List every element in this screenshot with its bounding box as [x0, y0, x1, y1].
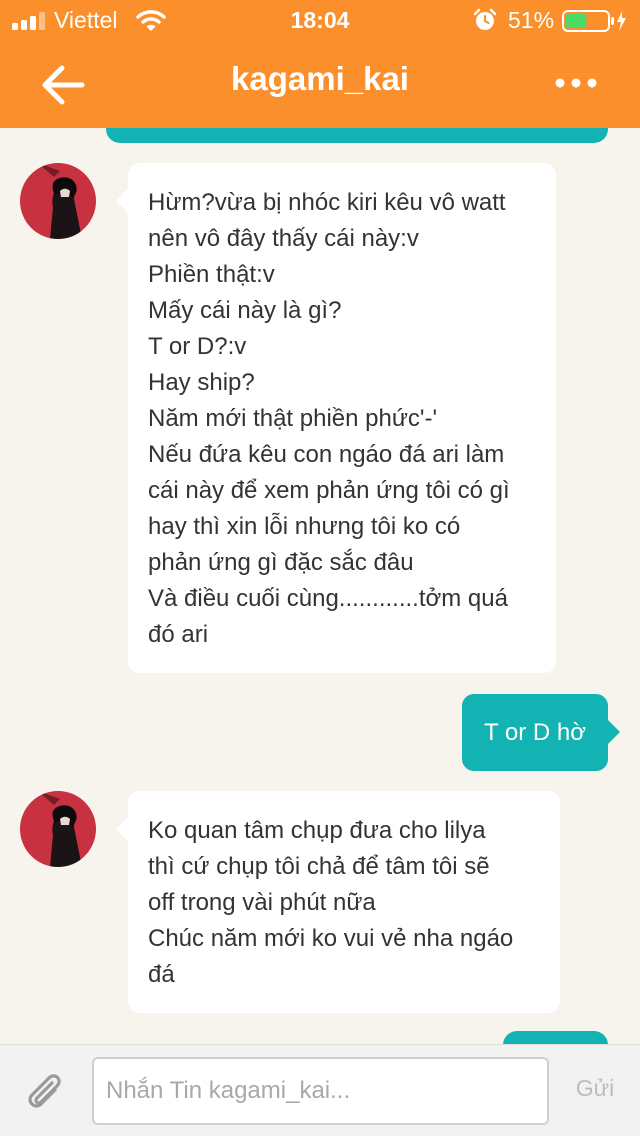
- avatar[interactable]: [20, 163, 96, 239]
- top-bar: Viettel 18:04 51% kagami_kai: [0, 0, 640, 128]
- send-button[interactable]: Gửi: [566, 1075, 624, 1102]
- charging-icon: [617, 11, 626, 31]
- attach-button[interactable]: [22, 1069, 68, 1115]
- more-dots-icon: [555, 78, 597, 88]
- outgoing-message: T or D hờ: [462, 694, 620, 771]
- outgoing-message-partial: [503, 1031, 608, 1044]
- battery-icon: [562, 10, 626, 32]
- paperclip-icon: [28, 1074, 61, 1108]
- alarm-icon: [473, 8, 497, 30]
- message-composer: Gửi: [0, 1044, 640, 1136]
- chat-thread[interactable]: Hừm?vừa bị nhóc kiri kêu vô watt nên vô …: [0, 128, 640, 1044]
- battery-percent: 51%: [508, 7, 555, 33]
- incoming-message: Hừm?vừa bị nhóc kiri kêu vô watt nên vô …: [116, 163, 556, 673]
- chat-title: kagami_kai: [231, 60, 409, 97]
- avatar-image: [20, 163, 96, 239]
- more-options-button[interactable]: [552, 66, 600, 100]
- avatar-image: [20, 791, 96, 867]
- avatar[interactable]: [20, 791, 96, 867]
- status-bar: Viettel 18:04 51%: [0, 0, 640, 40]
- message-input[interactable]: [92, 1057, 549, 1125]
- incoming-message: Ko quan tâm chụp đưa cho lilya thì cứ ch…: [116, 791, 560, 1013]
- outgoing-message-partial: [106, 128, 608, 143]
